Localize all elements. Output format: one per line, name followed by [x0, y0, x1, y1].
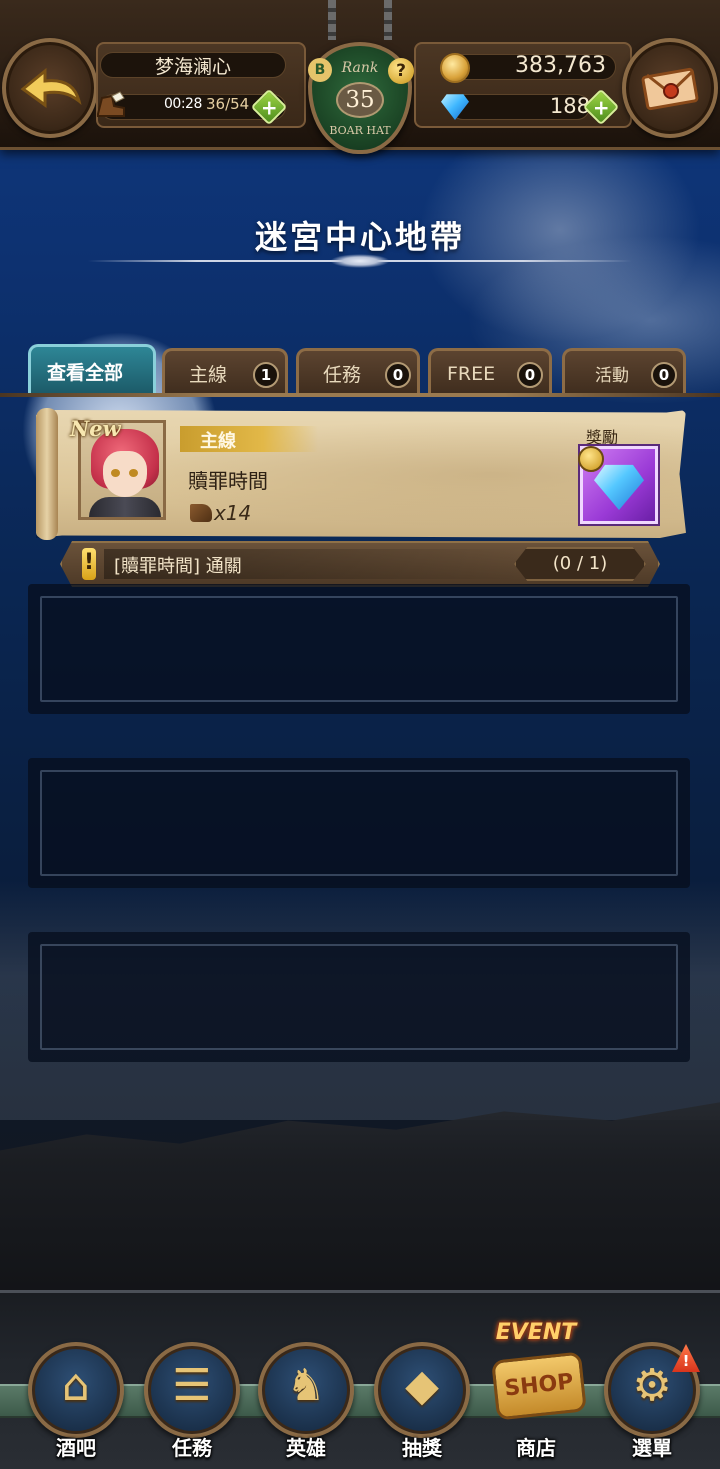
tab-view-all[interactable]: 查看全部: [28, 344, 156, 396]
nav-label: 英雄: [286, 1436, 326, 1460]
stamina-boot-icon: [97, 91, 125, 117]
tab-label: 任務: [323, 364, 362, 386]
plus-icon: +: [592, 94, 610, 119]
quest-name: 贖罪時間: [188, 469, 268, 493]
rank-value: 35: [336, 82, 384, 118]
slot-frame: [40, 944, 678, 1050]
helmet-icon: ♞: [286, 1360, 326, 1411]
shop-icon[interactable]: SHOP: [491, 1351, 587, 1421]
portrait-eye: [129, 469, 138, 477]
tab-count-badge: 0: [385, 362, 411, 388]
empty-quest-slot: [28, 584, 690, 714]
back-arrow-icon: [20, 67, 82, 108]
quest-progress: (0 / 1): [552, 553, 608, 574]
quest-filter-tabs: 查看全部 主線 1 任務 0 FREE 0 活動 0: [0, 344, 720, 396]
tavern-icon: ⌂: [62, 1360, 90, 1411]
stamina-boot-icon: [190, 504, 212, 522]
tab-label: 查看全部: [47, 362, 124, 384]
scroll-roll-decoration: [36, 408, 58, 540]
tab-count-badge: 1: [253, 362, 279, 388]
tab-count-badge: 0: [517, 362, 543, 388]
tab-main-story[interactable]: 主線 1: [162, 348, 288, 396]
event-label: EVENT: [495, 1320, 577, 1345]
envelope-icon: [641, 67, 699, 111]
slot-frame: [40, 596, 678, 702]
reward-label: 獎勵: [586, 428, 619, 447]
gold-coin-icon: [440, 53, 470, 83]
tab-label: FREE: [447, 362, 496, 385]
empty-quest-slot: [28, 758, 690, 888]
slot-frame: [40, 770, 678, 876]
tab-label: 主線: [189, 364, 228, 386]
crystal-icon: ◆: [405, 1360, 439, 1411]
top-status-bar: 梦海澜心 00:28 36/54 + B ? Rank 35 BOAR HAT …: [0, 0, 720, 154]
gold-value: 383,763: [515, 53, 606, 78]
tab-free[interactable]: FREE 0: [428, 348, 552, 396]
rank-label: Rank: [341, 60, 379, 76]
nav-label: 抽獎: [402, 1436, 442, 1460]
tab-missions[interactable]: 任務 0: [296, 348, 420, 396]
nav-draw[interactable]: ◆ 抽獎: [368, 1338, 476, 1466]
rank-emblem[interactable]: B ? Rank 35 BOAR HAT: [302, 32, 418, 156]
nav-label: 選單: [632, 1436, 672, 1460]
scroll-icon: ☰: [172, 1360, 212, 1411]
plus-icon: +: [260, 94, 278, 119]
stamina-cost: x14: [214, 501, 252, 525]
exclamation-icon: !: [82, 548, 96, 580]
new-badge: New: [70, 416, 121, 441]
rank-emblem-text: BOAR HAT: [329, 124, 391, 137]
tab-events[interactable]: 活動 0: [562, 348, 686, 396]
nav-label: 酒吧: [56, 1436, 96, 1460]
back-button[interactable]: [2, 38, 98, 138]
tab-count-badge: 0: [651, 362, 677, 388]
nav-label: 任務: [172, 1436, 212, 1460]
nav-heroes[interactable]: ♞ 英雄: [252, 1338, 360, 1466]
nav-tavern[interactable]: ⌂ 酒吧: [22, 1338, 130, 1466]
portrait-face: [103, 451, 147, 497]
nav-label: 商店: [516, 1436, 556, 1460]
nav-missions[interactable]: ☰ 任務: [138, 1338, 246, 1466]
tab-label: 活動: [595, 366, 629, 386]
page-title: 迷宮中心地帶: [254, 218, 465, 256]
player-name: 梦海澜心: [154, 56, 231, 78]
stamina-value: 36/54: [206, 95, 250, 113]
quest-type: 主線: [200, 431, 236, 452]
magnify-icon[interactable]: [578, 446, 604, 472]
title-ornament: [330, 254, 390, 268]
portrait-eye: [111, 469, 120, 477]
tabs-divider: [0, 393, 720, 397]
empty-quest-slot: [28, 932, 690, 1062]
quest-condition: [贖罪時間] 通關: [114, 556, 242, 577]
stamina-timer: 00:28: [164, 96, 202, 112]
portrait-body: [89, 497, 161, 517]
mailbox-button[interactable]: [622, 38, 718, 138]
